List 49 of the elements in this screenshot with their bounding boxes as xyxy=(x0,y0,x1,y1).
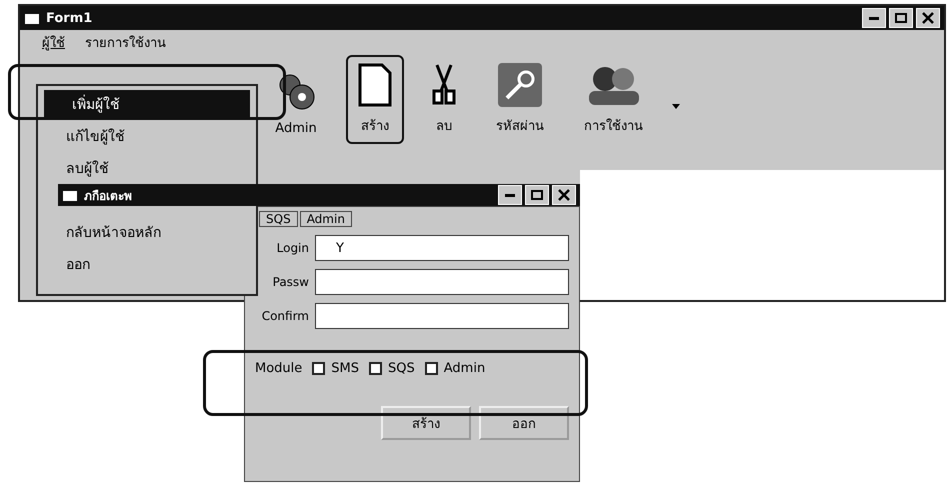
toolbar-button[interactable]: ลบ xyxy=(420,55,468,144)
maximize-button[interactable] xyxy=(525,185,549,205)
checkbox[interactable] xyxy=(312,362,326,375)
checkbox-label: Admin xyxy=(444,361,486,376)
minimize-icon xyxy=(869,16,879,20)
close-icon xyxy=(922,12,934,24)
close-button[interactable] xyxy=(916,8,940,28)
menu-item[interactable]: กลับหน้าจอหลัก xyxy=(38,218,256,246)
checkbox[interactable] xyxy=(369,362,382,375)
window-title: ภกือเตะพ xyxy=(84,188,133,204)
input-field[interactable] xyxy=(315,269,569,295)
tab[interactable]: SQS xyxy=(259,211,298,227)
menu-item[interactable]: ลบผู้ใช้ xyxy=(38,154,256,182)
form-button[interactable]: ออก xyxy=(479,406,569,440)
menu-item[interactable]: เพิ่มผู้ใช้ xyxy=(44,90,250,118)
close-button[interactable] xyxy=(552,185,576,205)
menu-item[interactable]: ออก xyxy=(38,250,256,278)
field-label: Confirm xyxy=(260,309,309,323)
tab[interactable]: Admin xyxy=(300,211,352,227)
checkbox[interactable] xyxy=(424,362,438,375)
field-label: Passw xyxy=(272,275,309,289)
input-field[interactable] xyxy=(315,303,569,329)
checkbox-label: SQS xyxy=(388,361,415,376)
scissors-icon xyxy=(432,63,456,107)
maximize-icon xyxy=(531,190,543,200)
window-icon xyxy=(24,11,40,25)
field-label: Login xyxy=(276,241,309,255)
menu-item[interactable]: รายการใช้งาน xyxy=(83,32,168,52)
menu-item[interactable]: แก้ไขผู้ใช้ xyxy=(38,122,256,150)
maximize-icon xyxy=(895,13,907,23)
input-field[interactable]: Y xyxy=(315,235,569,261)
menu-item[interactable]: ผู้ใช้ xyxy=(40,32,67,52)
minimize-icon xyxy=(505,194,515,196)
toolbar-button[interactable]: รหัสผ่าน xyxy=(484,55,556,144)
toolbar-button[interactable]: Admin xyxy=(262,61,330,144)
checkbox-label: SMS xyxy=(331,361,360,376)
caret-icon[interactable] xyxy=(671,101,681,111)
form-button[interactable]: สร้าง xyxy=(381,406,471,440)
toolbar-button[interactable]: การใช้งาน xyxy=(572,55,655,144)
close-icon xyxy=(558,189,570,201)
toolbar-button[interactable]: สร้าง xyxy=(346,55,404,144)
minimize-button[interactable] xyxy=(498,185,522,205)
module-label: Module xyxy=(255,361,302,376)
key-icon xyxy=(498,63,542,107)
maximize-button[interactable] xyxy=(889,8,913,28)
document-icon xyxy=(358,63,392,107)
minimize-button[interactable] xyxy=(862,8,886,28)
window-title: Form1 xyxy=(46,10,94,26)
window-icon xyxy=(62,188,78,202)
